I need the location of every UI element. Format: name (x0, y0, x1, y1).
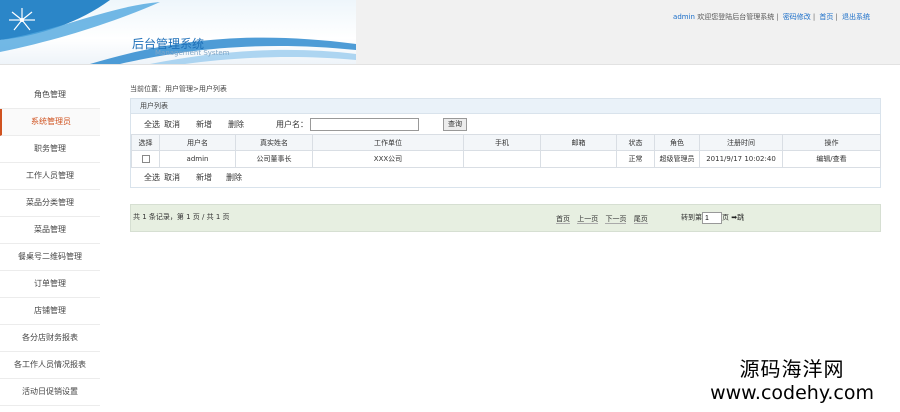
cell-realname: 公司董事长 (235, 150, 313, 168)
username-search-input[interactable] (310, 117, 419, 131)
col-header-email: 邮箱 (540, 134, 617, 151)
cell-registered: 2011/9/17 10:02:40 (699, 150, 783, 168)
select-all-link[interactable]: 全选 (144, 119, 160, 130)
col-header-select: 选择 (131, 134, 160, 151)
top-links: admin 欢迎您登陆后台管理系统 | 密码修改 | 首页 | 退出系统 (673, 13, 870, 21)
col-header-status: 状态 (616, 134, 655, 151)
sidebar-item-orders[interactable]: 订单管理 (0, 271, 100, 298)
col-header-role: 角色 (654, 134, 700, 151)
user-list-panel: 用户列表 全选 取消 新增 删除 用户名： 查询 选择 用户名 真实姓名 工作单… (130, 98, 881, 188)
next-page-link[interactable]: 下一页 (605, 215, 627, 224)
first-page-link[interactable]: 首页 (556, 215, 570, 224)
user-table: 选择 用户名 真实姓名 工作单位 手机 邮箱 状态 角色 注册时间 操作 adm… (131, 134, 881, 168)
delete-link-bottom[interactable]: 删除 (226, 172, 242, 183)
go-button[interactable]: ➡跳 (731, 214, 744, 222)
row-checkbox[interactable] (141, 155, 150, 163)
query-button[interactable]: 查询 (443, 117, 467, 131)
top-toolbar: 全选 取消 新增 删除 用户名： 查询 (131, 114, 880, 134)
prev-page-link[interactable]: 上一页 (577, 215, 599, 224)
last-page-link[interactable]: 尾页 (633, 215, 648, 224)
col-header-registered: 注册时间 (699, 134, 783, 151)
sidebar-item-admins[interactable]: 系统管理员 (0, 109, 100, 136)
header-bar: 后台管理系统 Management System admin 欢迎您登陆后台管理… (0, 0, 900, 65)
sidebar-item-positions[interactable]: 职务管理 (0, 136, 100, 163)
cell-email (540, 150, 617, 168)
col-header-action: 操作 (782, 134, 881, 151)
table-header-row: 选择 用户名 真实姓名 工作单位 手机 邮箱 状态 角色 注册时间 操作 (131, 134, 881, 151)
current-user: admin (673, 13, 695, 21)
col-header-company: 工作单位 (312, 134, 464, 151)
cancel-selection-link-bottom[interactable]: 取消 (164, 172, 180, 183)
add-link[interactable]: 新增 (196, 119, 212, 130)
cell-status: 正常 (616, 150, 655, 168)
panel-title: 用户列表 (131, 99, 880, 114)
dandelion-logo-icon (9, 8, 35, 31)
sidebar: 角色管理 系统管理员 职务管理 工作人员管理 菜品分类管理 菜品管理 餐桌号二维… (0, 82, 100, 406)
jump-label: 转到第 (681, 213, 702, 222)
page-number-input[interactable] (702, 212, 722, 224)
sidebar-item-stores[interactable]: 店铺管理 (0, 298, 100, 325)
row-select-cell (131, 150, 160, 168)
cell-username: admin (159, 150, 236, 168)
sidebar-item-promotions[interactable]: 活动日促销设置 (0, 379, 100, 406)
cell-company: XXX公司 (312, 150, 464, 168)
cell-role: 超级管理员 (654, 150, 700, 168)
sidebar-item-table-qrcodes[interactable]: 餐桌号二维码管理 (0, 244, 100, 271)
app-subtitle: Management System (155, 49, 230, 57)
page-unit: 页 (722, 213, 729, 222)
add-link-bottom[interactable]: 新增 (196, 172, 212, 183)
sidebar-item-staff[interactable]: 工作人员管理 (0, 163, 100, 190)
breadcrumb: 当前位置：用户管理>用户列表 (130, 85, 227, 93)
watermark-cn: 源码海洋网 (739, 357, 845, 381)
home-link[interactable]: 首页 (819, 13, 833, 21)
sidebar-item-staff-reports[interactable]: 各工作人员情况报表 (0, 352, 100, 379)
select-all-link-bottom[interactable]: 全选 (144, 172, 160, 183)
cancel-selection-link[interactable]: 取消 (164, 119, 180, 130)
logo-banner: 后台管理系统 Management System (0, 0, 356, 64)
sidebar-item-branch-finance[interactable]: 各分店财务报表 (0, 325, 100, 352)
change-password-link[interactable]: 密码修改 (783, 13, 811, 21)
welcome-text: 欢迎您登陆后台管理系统 (697, 13, 775, 21)
watermark: 源码海洋网 www.codehy.com (710, 353, 874, 404)
col-header-phone: 手机 (463, 134, 541, 151)
sidebar-item-dishes[interactable]: 菜品管理 (0, 217, 100, 244)
table-row: admin 公司董事长 XXX公司 正常 超级管理员 2011/9/17 10:… (131, 150, 881, 168)
username-label: 用户名： (276, 119, 308, 129)
logout-link[interactable]: 退出系统 (842, 13, 870, 21)
sidebar-item-roles[interactable]: 角色管理 (0, 82, 100, 109)
cell-edit-view-link[interactable]: 编辑/查看 (782, 150, 881, 168)
col-header-realname: 真实姓名 (235, 134, 313, 151)
cell-phone (463, 150, 541, 168)
col-header-username: 用户名 (159, 134, 236, 151)
pagination-info: 共 1 条记录，第 1 页 / 共 1 页 (133, 213, 230, 221)
pagination-bar: 共 1 条记录，第 1 页 / 共 1 页 首页 上一页 下一页 尾页 转到第 页… (130, 204, 881, 232)
main-content: 当前位置：用户管理>用户列表 用户列表 全选 取消 新增 删除 用户名： 查询 (130, 82, 881, 232)
delete-link[interactable]: 删除 (228, 119, 244, 130)
pagination-nav: 首页 上一页 下一页 尾页 (556, 214, 653, 224)
page-jump: 转到第 页 ➡跳 (681, 212, 744, 224)
sidebar-item-dish-categories[interactable]: 菜品分类管理 (0, 190, 100, 217)
bottom-toolbar: 全选 取消 新增 删除 (131, 168, 880, 187)
watermark-url: www.codehy.com (710, 382, 874, 404)
